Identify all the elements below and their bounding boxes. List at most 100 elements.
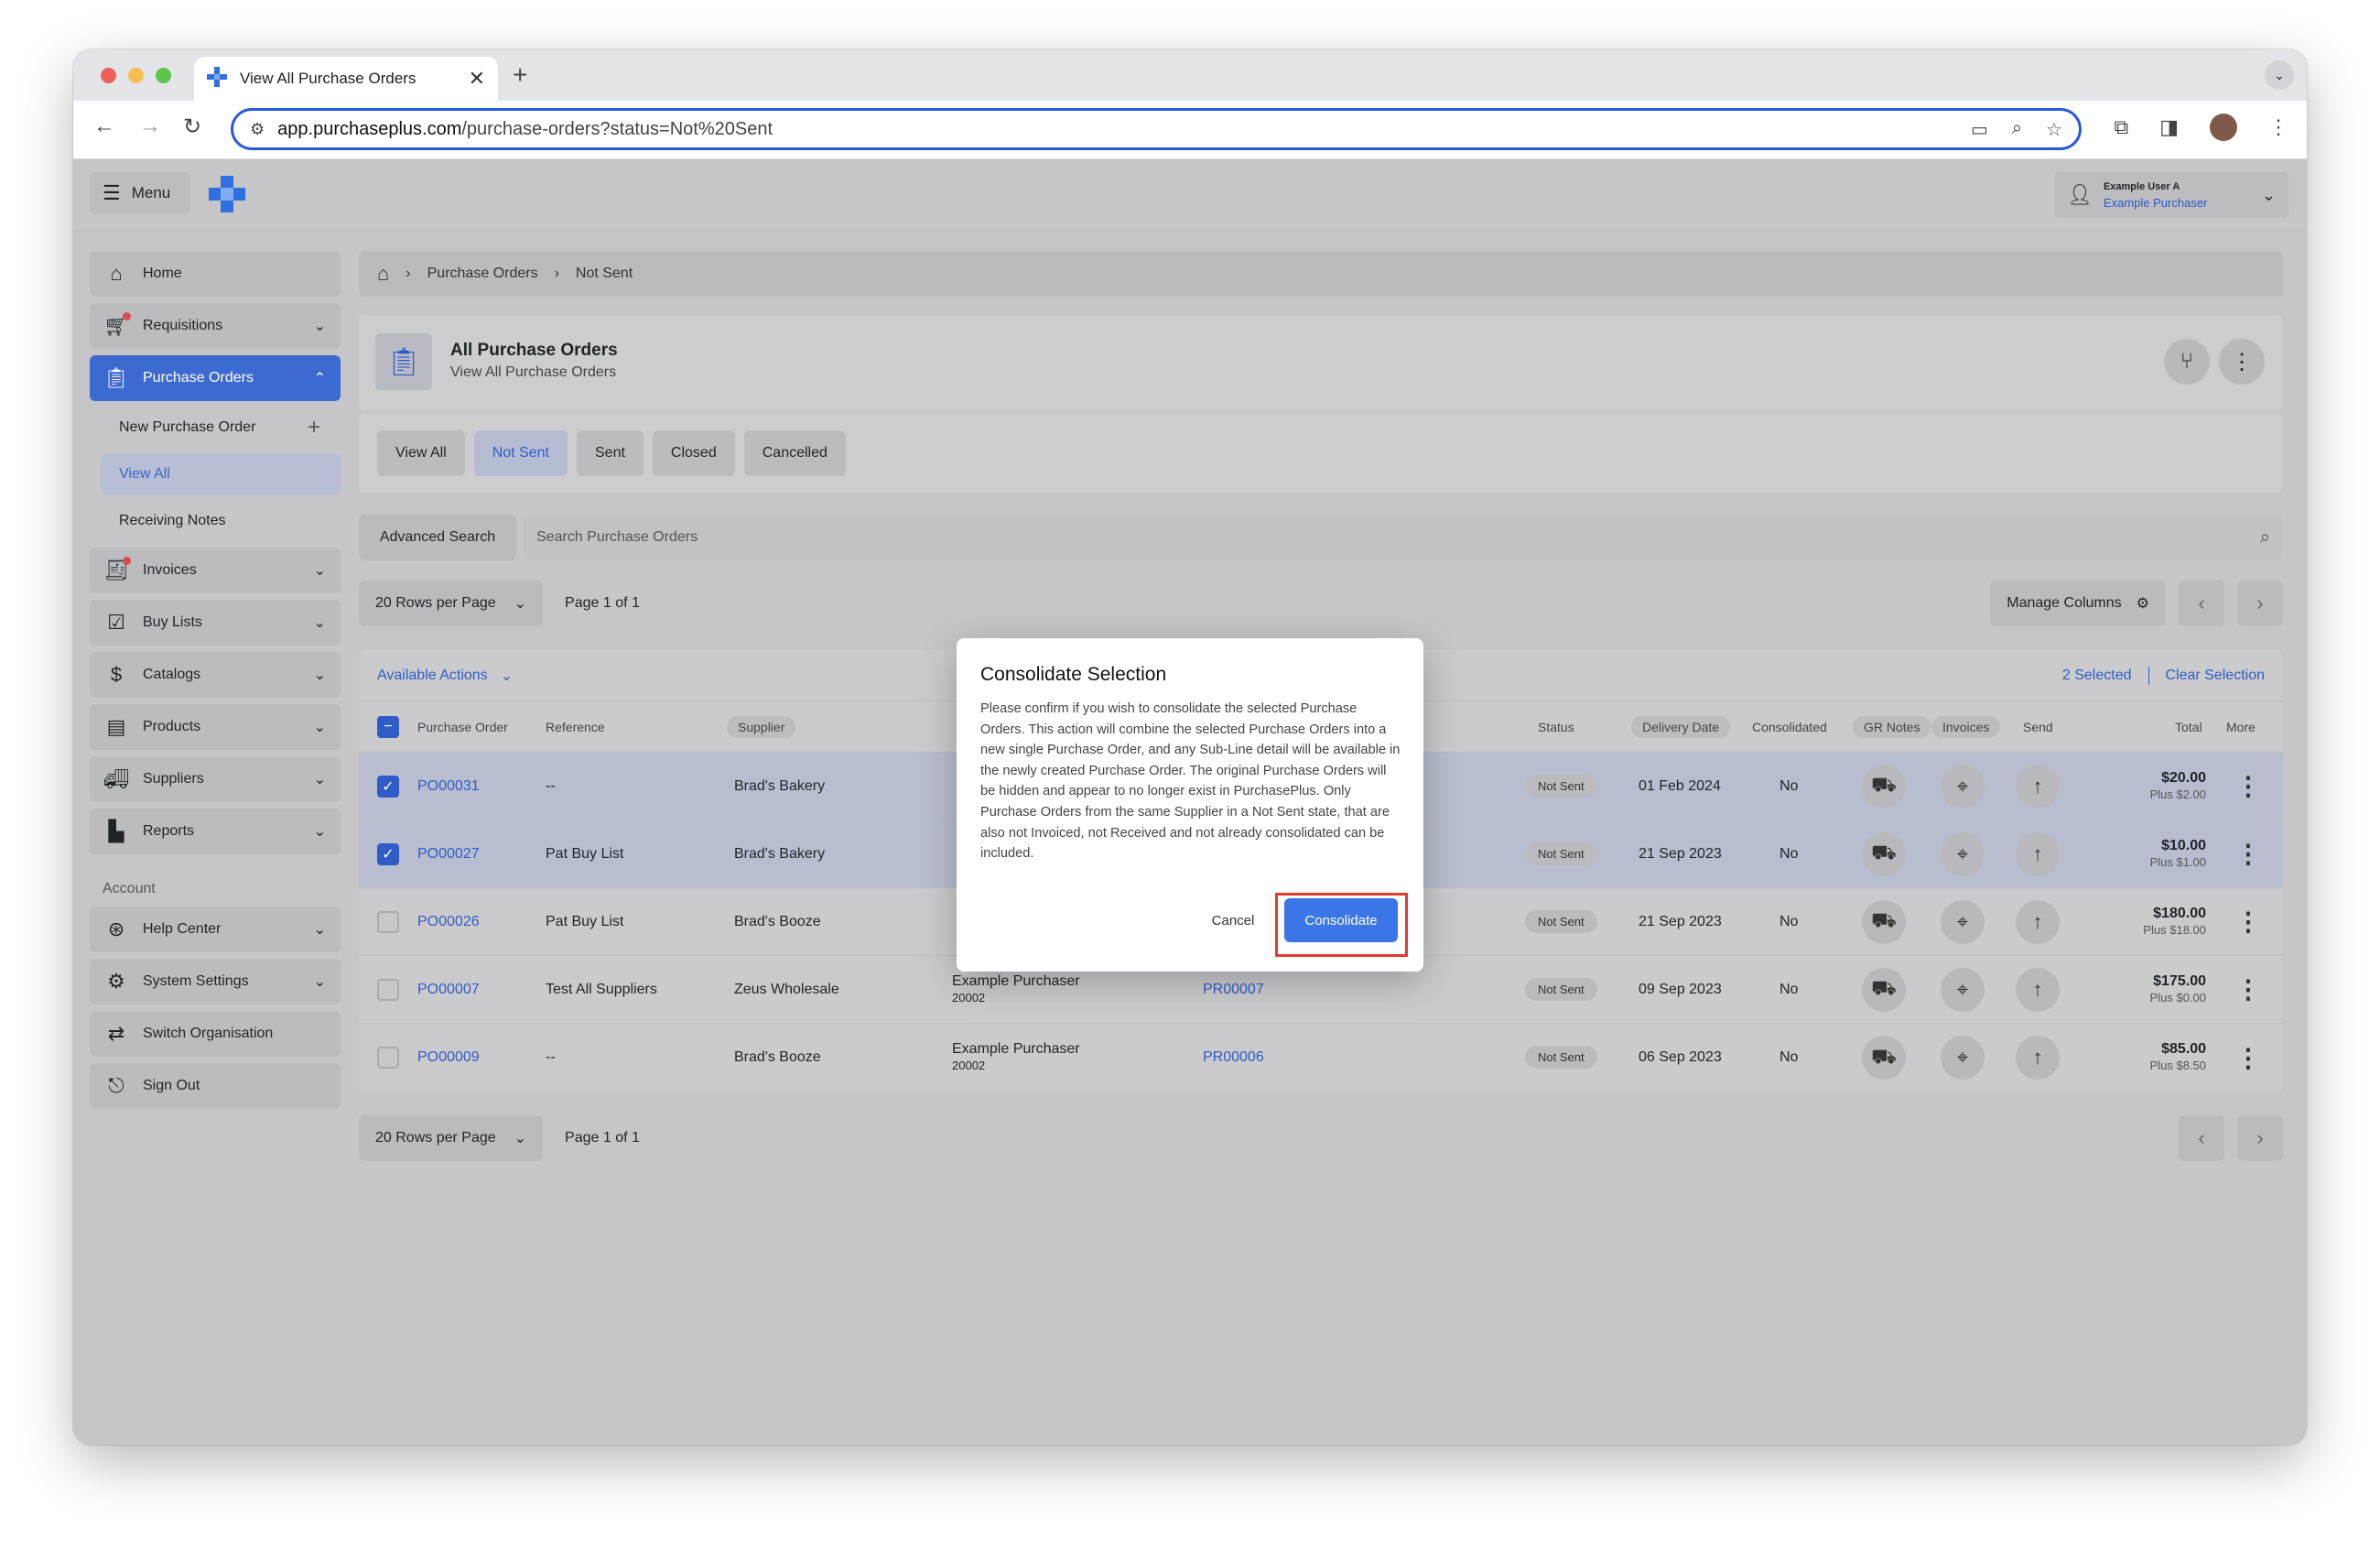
row-checkbox[interactable] [377, 1047, 399, 1069]
requisition-link[interactable]: PR00006 [1203, 1049, 1264, 1066]
sidebar-item-receiving-notes[interactable]: Receiving Notes [90, 501, 341, 541]
sidebar-item-new-purchase-order[interactable]: New Purchase Order + [90, 407, 341, 448]
column-invoices[interactable]: Invoices [1931, 715, 2001, 738]
column-send[interactable]: Send [2023, 720, 2053, 734]
po-number-link[interactable]: PO00009 [417, 1049, 480, 1066]
zoom-icon[interactable]: ⌕ [2012, 118, 2022, 141]
breadcrumb-purchase-orders[interactable]: Purchase Orders [427, 266, 538, 282]
column-consolidated[interactable]: Consolidated [1752, 720, 1827, 734]
tab-cancelled[interactable]: Cancelled [743, 430, 846, 476]
send-arrow-icon[interactable]: ↑ [2016, 831, 2060, 876]
send-arrow-icon[interactable]: ↑ [2016, 967, 2060, 1012]
search-icon[interactable]: ⌕ [2260, 527, 2270, 548]
plus-icon[interactable]: + [308, 415, 320, 440]
rows-per-page-select[interactable]: 20 Rows per Page ⌄ [359, 581, 544, 626]
purchaseplus-logo[interactable] [207, 174, 247, 214]
sidebar-item-switch-organisation[interactable]: ⇄ Switch Organisation [90, 1011, 341, 1057]
back-icon[interactable]: ← [93, 114, 115, 139]
previous-page-icon[interactable]: ‹ [2179, 1115, 2224, 1161]
row-more-icon[interactable]: ⋮ [2235, 771, 2261, 801]
install-app-icon[interactable]: ▭ [1971, 118, 1988, 141]
sidebar-item-requisitions[interactable]: 🛒︎ Requisitions ⌄ [90, 303, 341, 349]
row-more-icon[interactable]: ⋮ [2235, 1043, 2261, 1073]
sidebar-item-help-center[interactable]: ⊛ Help Center ⌄ [90, 907, 341, 952]
crosshair-icon[interactable]: ⌖ [1941, 764, 1985, 809]
close-window-button[interactable] [101, 68, 116, 83]
menu-button[interactable]: ☰ Menu [90, 172, 190, 214]
column-supplier[interactable]: Supplier [727, 715, 796, 738]
truck-icon[interactable]: ⛟ [1862, 1036, 1906, 1080]
site-settings-icon[interactable]: ⚙ [250, 120, 265, 139]
clear-selection-link[interactable]: Clear Selection [2166, 668, 2266, 684]
sidebar-item-sign-out[interactable]: ⎋ Sign Out [90, 1063, 341, 1109]
sidebar-item-reports[interactable]: ▙ Reports ⌄ [90, 809, 341, 854]
row-checkbox[interactable] [377, 910, 399, 933]
extensions-icon[interactable]: ⧉ [2114, 115, 2128, 139]
tab-view-all[interactable]: View All [377, 430, 465, 476]
search-input[interactable]: Search Purchase Orders ⌕ [524, 515, 2283, 560]
sidebar-item-system-settings[interactable]: ⚙ System Settings ⌄ [90, 959, 341, 1004]
row-more-icon[interactable]: ⋮ [2235, 907, 2261, 937]
row-checkbox[interactable]: ✓ [377, 775, 399, 798]
manage-columns-button[interactable]: Manage Columns ⚙ [1990, 581, 2166, 626]
column-status[interactable]: Status [1538, 720, 1574, 734]
consolidate-icon[interactable]: ⑂ [2164, 339, 2210, 385]
truck-icon[interactable]: ⛟ [1862, 764, 1906, 809]
truck-icon[interactable]: ⛟ [1862, 899, 1906, 944]
sidebar-item-invoices[interactable]: 🧾︎ Invoices ⌄ [90, 548, 341, 593]
crosshair-icon[interactable]: ⌖ [1941, 899, 1985, 944]
side-panel-icon[interactable]: ◨ [2159, 115, 2179, 139]
po-number-link[interactable]: PO00031 [417, 778, 480, 795]
home-icon[interactable]: ⌂ [377, 262, 389, 286]
tab-sent[interactable]: Sent [577, 430, 644, 476]
chrome-menu-icon[interactable]: ⋮ [2268, 115, 2288, 139]
tab-closed[interactable]: Closed [652, 430, 735, 476]
row-more-icon[interactable]: ⋮ [2235, 839, 2261, 869]
sidebar-item-purchase-orders[interactable]: 📋︎ Purchase Orders ⌃ [90, 355, 341, 401]
column-gr-notes[interactable]: GR Notes [1853, 715, 1931, 738]
user-menu[interactable]: 👤︎ Example User A Example Purchaser ⌄ [2054, 172, 2288, 218]
sidebar-item-buy-lists[interactable]: ☑ Buy Lists ⌄ [90, 600, 341, 646]
profile-avatar[interactable] [2210, 114, 2237, 141]
bookmark-star-icon[interactable]: ☆ [2046, 118, 2062, 141]
previous-page-icon[interactable]: ‹ [2179, 581, 2224, 626]
row-checkbox[interactable]: ✓ [377, 842, 399, 865]
send-arrow-icon[interactable]: ↑ [2016, 1036, 2060, 1080]
po-number-link[interactable]: PO00027 [417, 846, 480, 863]
po-number-link[interactable]: PO00026 [417, 914, 480, 930]
new-tab-icon[interactable]: + [513, 60, 527, 90]
sidebar-item-suppliers[interactable]: 🚚︎ Suppliers ⌄ [90, 756, 341, 802]
column-reference[interactable]: Reference [546, 720, 605, 734]
row-checkbox[interactable] [377, 978, 399, 1001]
tab-not-sent[interactable]: Not Sent [473, 430, 568, 476]
more-options-icon[interactable]: ⋮ [2219, 339, 2265, 385]
sidebar-item-view-all[interactable]: View All [101, 454, 341, 494]
send-arrow-icon[interactable]: ↑ [2016, 899, 2060, 944]
column-delivery-date[interactable]: Delivery Date [1631, 715, 1731, 738]
close-tab-icon[interactable]: ✕ [469, 67, 485, 91]
rows-per-page-select[interactable]: 20 Rows per Page ⌄ [359, 1115, 544, 1161]
advanced-search-button[interactable]: Advanced Search [359, 515, 516, 560]
reload-icon[interactable]: ↻ [183, 114, 201, 140]
select-all-checkbox[interactable]: − [377, 715, 399, 738]
po-number-link[interactable]: PO00007 [417, 982, 480, 998]
crosshair-icon[interactable]: ⌖ [1941, 831, 1985, 876]
crosshair-icon[interactable]: ⌖ [1941, 967, 1985, 1012]
next-page-icon[interactable]: › [2237, 1115, 2283, 1161]
requisition-link[interactable]: PR00007 [1203, 982, 1264, 998]
next-page-icon[interactable]: › [2237, 581, 2283, 626]
column-purchase-order[interactable]: Purchase Order [417, 720, 508, 734]
address-bar[interactable]: ⚙ app.purchaseplus.com/purchase-orders?s… [231, 108, 2082, 150]
table-row[interactable]: PO00009 -- Brad's Booze Example Purchase… [359, 1024, 2283, 1091]
crosshair-icon[interactable]: ⌖ [1941, 1036, 1985, 1080]
column-total[interactable]: Total [2175, 720, 2202, 734]
tab-search-icon[interactable]: ⌄ [2265, 60, 2294, 90]
available-actions-dropdown[interactable]: Available Actions ⌄ [377, 667, 513, 685]
browser-tab[interactable]: View All Purchase Orders ✕ [194, 57, 498, 101]
cancel-button[interactable]: Cancel [1196, 900, 1270, 940]
sidebar-item-home[interactable]: ⌂ Home [90, 251, 341, 297]
sidebar-item-products[interactable]: ▤ Products ⌄ [90, 704, 341, 750]
row-more-icon[interactable]: ⋮ [2235, 974, 2261, 1004]
maximize-window-button[interactable] [156, 68, 171, 83]
forward-icon[interactable]: → [139, 114, 161, 139]
